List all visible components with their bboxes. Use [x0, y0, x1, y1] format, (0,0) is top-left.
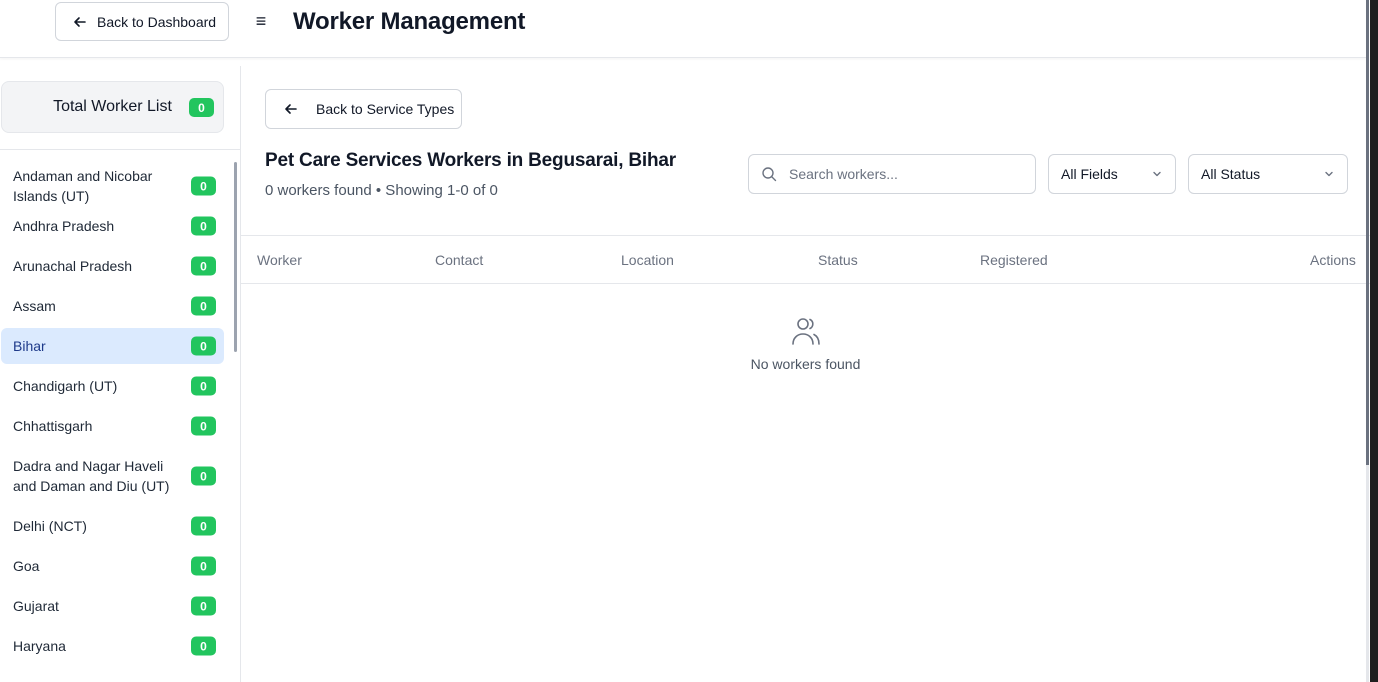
menu-icon[interactable]: ≡: [252, 10, 270, 32]
state-label: Bihar: [13, 338, 46, 354]
sidebar-item-chandigarh[interactable]: Chandigarh (UT) 0: [1, 366, 224, 406]
sidebar-item-andaman[interactable]: Andaman and Nicobar Islands (UT) 0: [1, 166, 224, 206]
page-title: Worker Management: [293, 8, 526, 35]
sidebar-scrollbar[interactable]: [234, 162, 237, 352]
status-filter-value: All Status: [1201, 166, 1261, 182]
sidebar-item-delhi[interactable]: Delhi (NCT) 0: [1, 506, 224, 546]
sidebar-item-andhra-pradesh[interactable]: Andhra Pradesh 0: [1, 206, 224, 246]
sidebar-item-gujarat[interactable]: Gujarat 0: [1, 586, 224, 626]
chevron-down-icon: [1153, 171, 1161, 177]
field-filter-value: All Fields: [1061, 166, 1118, 182]
state-label: Assam: [13, 298, 56, 314]
state-count-badge: 0: [191, 256, 216, 276]
users-icon: [791, 318, 820, 345]
back-to-dashboard-button[interactable]: Back to Dashboard: [55, 2, 229, 41]
results-summary: 0 workers found • Showing 1-0 of 0: [265, 182, 498, 199]
back-to-dashboard-label: Back to Dashboard: [97, 13, 217, 30]
state-count-badge: 0: [191, 296, 216, 316]
window-edge: [1370, 0, 1378, 682]
state-count-badge: 0: [191, 466, 216, 486]
state-label: Andhra Pradesh: [13, 218, 115, 234]
back-to-service-types-button[interactable]: Back to Service Types: [265, 89, 462, 129]
state-count-badge: 0: [191, 216, 216, 236]
sidebar-item-arunachal-pradesh[interactable]: Arunachal Pradesh 0: [1, 246, 224, 286]
total-worker-list-label: Total Worker List: [53, 98, 172, 115]
section-heading: Pet Care Services Workers in Begusarai, …: [265, 150, 676, 171]
chevron-down-icon: [1325, 171, 1333, 177]
total-count-badge: 0: [189, 98, 214, 117]
back-to-service-types-label: Back to Service Types: [316, 101, 455, 117]
state-count-badge: 0: [191, 556, 216, 576]
sidebar-item-haryana[interactable]: Haryana 0: [1, 626, 224, 666]
state-count-badge: 0: [191, 516, 216, 536]
sidebar-item-assam[interactable]: Assam 0: [1, 286, 224, 326]
page-scrollbar[interactable]: [1366, 0, 1369, 465]
arrow-left-icon: [74, 16, 86, 27]
search-icon: [762, 167, 777, 182]
total-worker-list[interactable]: Total Worker List 0: [1, 81, 224, 133]
empty-state-message: No workers found: [750, 356, 861, 372]
status-filter-select[interactable]: All Status: [1188, 154, 1348, 194]
state-count-badge: 0: [191, 416, 216, 436]
empty-state: No workers found: [241, 316, 1370, 372]
state-label: Haryana: [13, 638, 66, 654]
main-content: Back to Service Types Pet Care Services …: [241, 66, 1370, 682]
state-count-badge: 0: [191, 596, 216, 616]
state-label: Chandigarh (UT): [13, 378, 118, 394]
column-header-actions: Actions: [1310, 252, 1356, 268]
sidebar-item-chhattisgarh[interactable]: Chhattisgarh 0: [1, 406, 224, 446]
sidebar-item-goa[interactable]: Goa 0: [1, 546, 224, 586]
state-label: Gujarat: [13, 598, 59, 614]
state-count-badge: 0: [191, 376, 216, 396]
column-header-location[interactable]: Location: [621, 252, 674, 268]
state-label: Chhattisgarh: [13, 418, 93, 434]
table-header: Worker Contact Location Status Registere…: [241, 235, 1370, 284]
top-bar: Back to Dashboard ≡ Worker Management: [0, 0, 1366, 58]
state-label: Goa: [13, 558, 40, 574]
search-box[interactable]: [748, 154, 1036, 194]
state-label: Arunachal Pradesh: [13, 258, 133, 274]
column-header-contact[interactable]: Contact: [435, 252, 483, 268]
state-count-badge: 0: [191, 336, 216, 356]
state-label: Andaman and Nicobar Islands (UT): [13, 168, 153, 204]
column-header-worker[interactable]: Worker: [257, 252, 302, 268]
column-header-status[interactable]: Status: [818, 252, 858, 268]
state-list: Andaman and Nicobar Islands (UT) 0 Andhr…: [1, 166, 224, 666]
column-header-registered[interactable]: Registered: [980, 252, 1048, 268]
state-count-badge: 0: [191, 176, 216, 196]
state-label: Dadra and Nagar Haveli and Daman and Diu…: [13, 458, 170, 494]
sidebar: Total Worker List 0 Andaman and Nicobar …: [0, 66, 241, 682]
sidebar-item-bihar[interactable]: Bihar 0: [1, 328, 224, 364]
state-label: Delhi (NCT): [13, 518, 87, 534]
sidebar-divider: [0, 149, 240, 150]
search-input[interactable]: [789, 166, 1019, 182]
field-filter-select[interactable]: All Fields: [1048, 154, 1176, 194]
state-count-badge: 0: [191, 636, 216, 656]
sidebar-item-dadra-daman-diu[interactable]: Dadra and Nagar Haveli and Daman and Diu…: [1, 446, 224, 506]
arrow-left-icon: [285, 104, 297, 114]
